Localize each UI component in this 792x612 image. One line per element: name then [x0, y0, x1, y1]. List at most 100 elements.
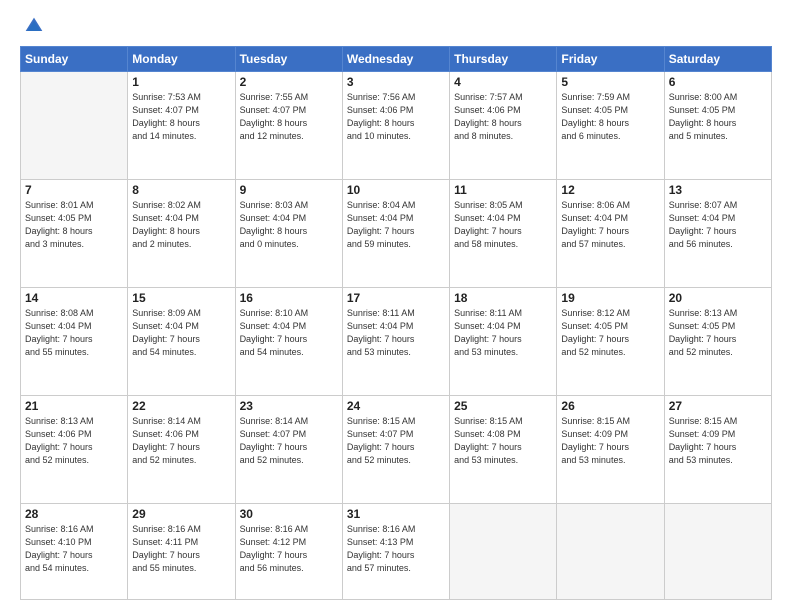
weekday-header-saturday: Saturday [664, 47, 771, 72]
calendar-cell: 1Sunrise: 7:53 AMSunset: 4:07 PMDaylight… [128, 72, 235, 180]
calendar-cell: 15 Sunrise: 8:09 AMSunset: 4:04 PMDayligh… [128, 288, 235, 396]
day-number: 8 [132, 183, 230, 197]
day-info: Sunrise: 8:05 AMSunset: 4:04 PMDaylight:… [454, 199, 552, 251]
day-number: 1 [132, 75, 230, 89]
day-number: 17 [347, 291, 445, 305]
day-info: Sunrise: 8:15 AMSunset: 4:07 PMDaylight:… [347, 415, 445, 467]
day-number: 31 [347, 507, 445, 521]
calendar-cell: 18Sunrise: 8:11 AMSunset: 4:04 PMDayligh… [450, 288, 557, 396]
week-row-4: 21 Sunrise: 8:13 AMSunset: 4:06 PMDayligh… [21, 396, 772, 504]
day-number: 16 [240, 291, 338, 305]
day-number: 22 [132, 399, 230, 413]
day-number: 4 [454, 75, 552, 89]
calendar-cell: 29Sunrise: 8:16 AMSunset: 4:11 PMDayligh… [128, 504, 235, 600]
weekday-header-monday: Monday [128, 47, 235, 72]
calendar-cell [450, 504, 557, 600]
day-info: Sunrise: 8:04 AMSunset: 4:04 PMDaylight:… [347, 199, 445, 251]
day-number: 29 [132, 507, 230, 521]
week-row-3: 14Sunrise: 8:08 AMSunset: 4:04 PMDayligh… [21, 288, 772, 396]
day-number: 3 [347, 75, 445, 89]
day-number: 15 [132, 291, 230, 305]
day-number: 12 [561, 183, 659, 197]
weekday-header-thursday: Thursday [450, 47, 557, 72]
day-number: 20 [669, 291, 767, 305]
day-number: 27 [669, 399, 767, 413]
week-row-5: 28Sunrise: 8:16 AMSunset: 4:10 PMDayligh… [21, 504, 772, 600]
calendar-cell: 20 Sunrise: 8:13 AMSunset: 4:05 PMDayligh… [664, 288, 771, 396]
day-info: Sunrise: 7:56 AMSunset: 4:06 PMDaylight:… [347, 91, 445, 143]
calendar-cell: 23 Sunrise: 8:14 AMSunset: 4:07 PMDayligh… [235, 396, 342, 504]
day-info: Sunrise: 8:06 AMSunset: 4:04 PMDaylight:… [561, 199, 659, 251]
weekday-header-tuesday: Tuesday [235, 47, 342, 72]
calendar-cell: 27 Sunrise: 8:15 AMSunset: 4:09 PMDayligh… [664, 396, 771, 504]
header [20, 16, 772, 36]
calendar-cell: 2Sunrise: 7:55 AMSunset: 4:07 PMDaylight… [235, 72, 342, 180]
day-number: 25 [454, 399, 552, 413]
day-info: Sunrise: 8:15 AMSunset: 4:09 PMDaylight:… [561, 415, 659, 467]
calendar-cell: 6 Sunrise: 8:00 AMSunset: 4:05 PMDaylight… [664, 72, 771, 180]
logo-icon [24, 16, 44, 36]
day-number: 18 [454, 291, 552, 305]
day-number: 13 [669, 183, 767, 197]
day-number: 10 [347, 183, 445, 197]
calendar-cell: 16 Sunrise: 8:10 AMSunset: 4:04 PMDayligh… [235, 288, 342, 396]
calendar-cell: 24Sunrise: 8:15 AMSunset: 4:07 PMDayligh… [342, 396, 449, 504]
day-info: Sunrise: 8:02 AMSunset: 4:04 PMDaylight:… [132, 199, 230, 251]
calendar-cell: 13 Sunrise: 8:07 AMSunset: 4:04 PMDayligh… [664, 180, 771, 288]
day-info: Sunrise: 8:13 AMSunset: 4:05 PMDaylight:… [669, 307, 767, 359]
day-info: Sunrise: 8:10 AMSunset: 4:04 PMDaylight:… [240, 307, 338, 359]
calendar-cell: 25 Sunrise: 8:15 AMSunset: 4:08 PMDayligh… [450, 396, 557, 504]
day-number: 6 [669, 75, 767, 89]
calendar-cell: 28Sunrise: 8:16 AMSunset: 4:10 PMDayligh… [21, 504, 128, 600]
day-number: 26 [561, 399, 659, 413]
week-row-1: 1Sunrise: 7:53 AMSunset: 4:07 PMDaylight… [21, 72, 772, 180]
day-info: Sunrise: 8:16 AMSunset: 4:12 PMDaylight:… [240, 523, 338, 575]
day-info: Sunrise: 8:15 AMSunset: 4:09 PMDaylight:… [669, 415, 767, 467]
day-info: Sunrise: 8:07 AMSunset: 4:04 PMDaylight:… [669, 199, 767, 251]
day-info: Sunrise: 7:59 AMSunset: 4:05 PMDaylight:… [561, 91, 659, 143]
calendar-cell: 10 Sunrise: 8:04 AMSunset: 4:04 PMDayligh… [342, 180, 449, 288]
calendar-cell: 17 Sunrise: 8:11 AMSunset: 4:04 PMDayligh… [342, 288, 449, 396]
day-number: 23 [240, 399, 338, 413]
calendar-cell [557, 504, 664, 600]
day-info: Sunrise: 8:16 AMSunset: 4:10 PMDaylight:… [25, 523, 123, 575]
calendar-cell: 7Sunrise: 8:01 AMSunset: 4:05 PMDaylight… [21, 180, 128, 288]
weekday-header-friday: Friday [557, 47, 664, 72]
day-number: 5 [561, 75, 659, 89]
calendar-table: SundayMondayTuesdayWednesdayThursdayFrid… [20, 46, 772, 600]
week-row-2: 7Sunrise: 8:01 AMSunset: 4:05 PMDaylight… [21, 180, 772, 288]
calendar-cell: 22 Sunrise: 8:14 AMSunset: 4:06 PMDayligh… [128, 396, 235, 504]
calendar-cell: 26 Sunrise: 8:15 AMSunset: 4:09 PMDayligh… [557, 396, 664, 504]
day-number: 21 [25, 399, 123, 413]
calendar-cell: 21 Sunrise: 8:13 AMSunset: 4:06 PMDayligh… [21, 396, 128, 504]
calendar-cell: 8 Sunrise: 8:02 AMSunset: 4:04 PMDaylight… [128, 180, 235, 288]
day-info: Sunrise: 8:14 AMSunset: 4:06 PMDaylight:… [132, 415, 230, 467]
day-info: Sunrise: 8:11 AMSunset: 4:04 PMDaylight:… [347, 307, 445, 359]
day-info: Sunrise: 8:09 AMSunset: 4:04 PMDaylight:… [132, 307, 230, 359]
weekday-header-sunday: Sunday [21, 47, 128, 72]
day-info: Sunrise: 8:00 AMSunset: 4:05 PMDaylight:… [669, 91, 767, 143]
day-info: Sunrise: 8:01 AMSunset: 4:05 PMDaylight:… [25, 199, 123, 251]
day-info: Sunrise: 7:55 AMSunset: 4:07 PMDaylight:… [240, 91, 338, 143]
calendar-cell: 12 Sunrise: 8:06 AMSunset: 4:04 PMDayligh… [557, 180, 664, 288]
day-info: Sunrise: 8:14 AMSunset: 4:07 PMDaylight:… [240, 415, 338, 467]
calendar-cell: 4Sunrise: 7:57 AMSunset: 4:06 PMDaylight… [450, 72, 557, 180]
calendar-cell [664, 504, 771, 600]
calendar-cell: 31 Sunrise: 8:16 AMSunset: 4:13 PMDayligh… [342, 504, 449, 600]
day-info: Sunrise: 8:03 AMSunset: 4:04 PMDaylight:… [240, 199, 338, 251]
calendar-cell: 11 Sunrise: 8:05 AMSunset: 4:04 PMDayligh… [450, 180, 557, 288]
weekday-header-row: SundayMondayTuesdayWednesdayThursdayFrid… [21, 47, 772, 72]
day-info: Sunrise: 8:15 AMSunset: 4:08 PMDaylight:… [454, 415, 552, 467]
weekday-header-wednesday: Wednesday [342, 47, 449, 72]
day-info: Sunrise: 8:13 AMSunset: 4:06 PMDaylight:… [25, 415, 123, 467]
calendar-cell: 5 Sunrise: 7:59 AMSunset: 4:05 PMDaylight… [557, 72, 664, 180]
day-info: Sunrise: 8:16 AMSunset: 4:13 PMDaylight:… [347, 523, 445, 575]
calendar-cell: 3 Sunrise: 7:56 AMSunset: 4:06 PMDaylight… [342, 72, 449, 180]
page: SundayMondayTuesdayWednesdayThursdayFrid… [0, 0, 792, 612]
day-info: Sunrise: 8:08 AMSunset: 4:04 PMDaylight:… [25, 307, 123, 359]
day-number: 11 [454, 183, 552, 197]
day-info: Sunrise: 8:12 AMSunset: 4:05 PMDaylight:… [561, 307, 659, 359]
calendar-cell [21, 72, 128, 180]
calendar-cell: 19 Sunrise: 8:12 AMSunset: 4:05 PMDayligh… [557, 288, 664, 396]
day-number: 19 [561, 291, 659, 305]
